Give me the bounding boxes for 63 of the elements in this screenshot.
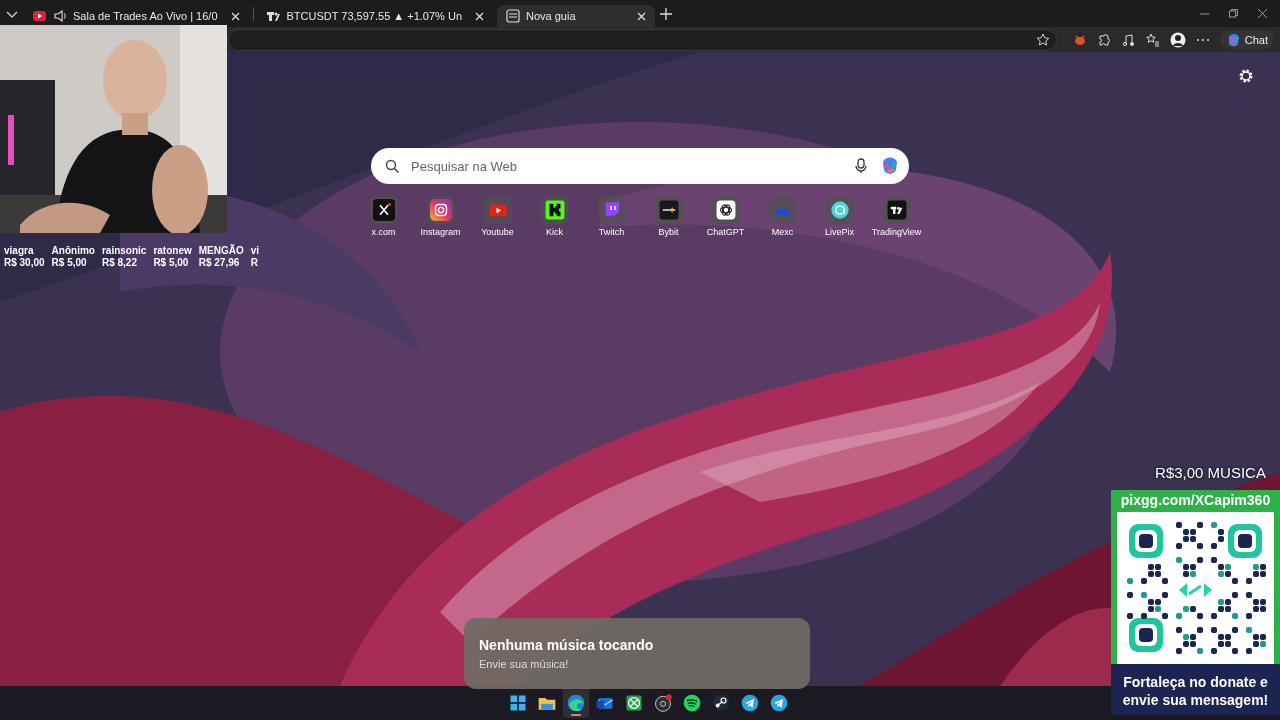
- shortcut-label[interactable]: Kick: [546, 227, 563, 237]
- donation-amount: R: [250, 257, 259, 268]
- shortcut-label[interactable]: Twitch: [598, 227, 625, 237]
- paper-plane-icon[interactable]: [739, 693, 760, 713]
- puzzle-icon[interactable]: [1096, 32, 1111, 47]
- donation-amount: R$ 5,00: [153, 257, 190, 268]
- circle-with-dot-icon[interactable]: [652, 693, 673, 713]
- donor-name: ratonew: [153, 245, 192, 256]
- microphone-icon[interactable]: [853, 158, 869, 174]
- browser-tab[interactable]: Sala de Trades Ao Vivo | 16/0: [24, 5, 249, 27]
- avatar-icon[interactable]: [1169, 31, 1186, 48]
- shortcut-label[interactable]: Youtube: [481, 227, 514, 237]
- ring-icon[interactable]: [825, 196, 854, 224]
- cross-icon[interactable]: [369, 196, 398, 224]
- song-hint: Envie sua música!: [479, 658, 570, 670]
- stepped-shape-icon[interactable]: [540, 196, 569, 224]
- browser-tab[interactable]: BTCUSDT 73,597.55 ▲ +1.07% Un: [257, 5, 493, 27]
- shortcut-label[interactable]: x.com: [371, 227, 396, 237]
- settings-icon[interactable]: [1238, 68, 1254, 84]
- new-tab-icon[interactable]: [659, 6, 673, 21]
- knot-icon[interactable]: [711, 196, 740, 224]
- shortcut-label[interactable]: Mexc: [771, 227, 794, 237]
- swirl-icon[interactable]: [565, 693, 586, 713]
- chart-logo-icon[interactable]: [882, 196, 911, 224]
- address-field[interactable]: [228, 28, 1057, 51]
- sound-waves-icon[interactable]: [681, 693, 702, 713]
- donation-amount: R$ 30,00: [4, 257, 45, 268]
- donor-name: MENGÃO: [198, 245, 244, 256]
- donor-name: viagra: [4, 245, 35, 256]
- camera-icon[interactable]: [426, 196, 455, 224]
- chat-button[interactable]: Chat: [1219, 30, 1274, 49]
- dark-circle-icon[interactable]: [710, 693, 731, 713]
- close-icon[interactable]: [1257, 8, 1268, 19]
- bug-icon[interactable]: [1072, 32, 1087, 47]
- price-label: R$3,00 MUSICA: [1155, 464, 1266, 481]
- browser-tab[interactable]: Nova guia: [497, 5, 655, 27]
- favorites-icon[interactable]: [1144, 32, 1160, 47]
- shortcut-label[interactable]: Instagram: [420, 227, 461, 237]
- dark-square-icon[interactable]: [654, 196, 683, 224]
- shortcut-label[interactable]: TradingView: [871, 227, 922, 237]
- music-note-icon[interactable]: [1120, 32, 1135, 47]
- donor-name: vi: [250, 245, 260, 256]
- donation-message: Fortaleça no donate e envie sua mensagem!: [1111, 664, 1280, 715]
- search-bar[interactable]: Pesquisar na Web: [371, 148, 909, 184]
- star-icon[interactable]: [1035, 32, 1050, 47]
- search-icon: [385, 159, 399, 173]
- search-field[interactable]: Pesquisar na Web: [409, 157, 843, 175]
- donation-amount: R$ 27,96: [198, 257, 241, 268]
- donor-name: Anônimo: [51, 245, 95, 256]
- page-icon: [505, 8, 520, 24]
- play-icon: [32, 8, 47, 24]
- donor-name: rainsonic: [101, 245, 147, 256]
- donation-amount: R$ 8,22: [101, 257, 138, 268]
- shortcut-label[interactable]: ChatGPT: [706, 227, 745, 237]
- donation-amount: R$ 5,00: [51, 257, 88, 268]
- speaker-icon[interactable]: [53, 8, 67, 24]
- paper-plane-icon[interactable]: [768, 693, 789, 713]
- taskbar-button[interactable]: [562, 688, 589, 718]
- restore-icon[interactable]: [1228, 8, 1239, 19]
- play-icon[interactable]: [483, 196, 512, 224]
- shortcut-label[interactable]: LivePix: [825, 227, 854, 237]
- song-title: Nenhuma música tocando: [479, 637, 655, 653]
- shortcut-label[interactable]: Bybit: [658, 227, 679, 237]
